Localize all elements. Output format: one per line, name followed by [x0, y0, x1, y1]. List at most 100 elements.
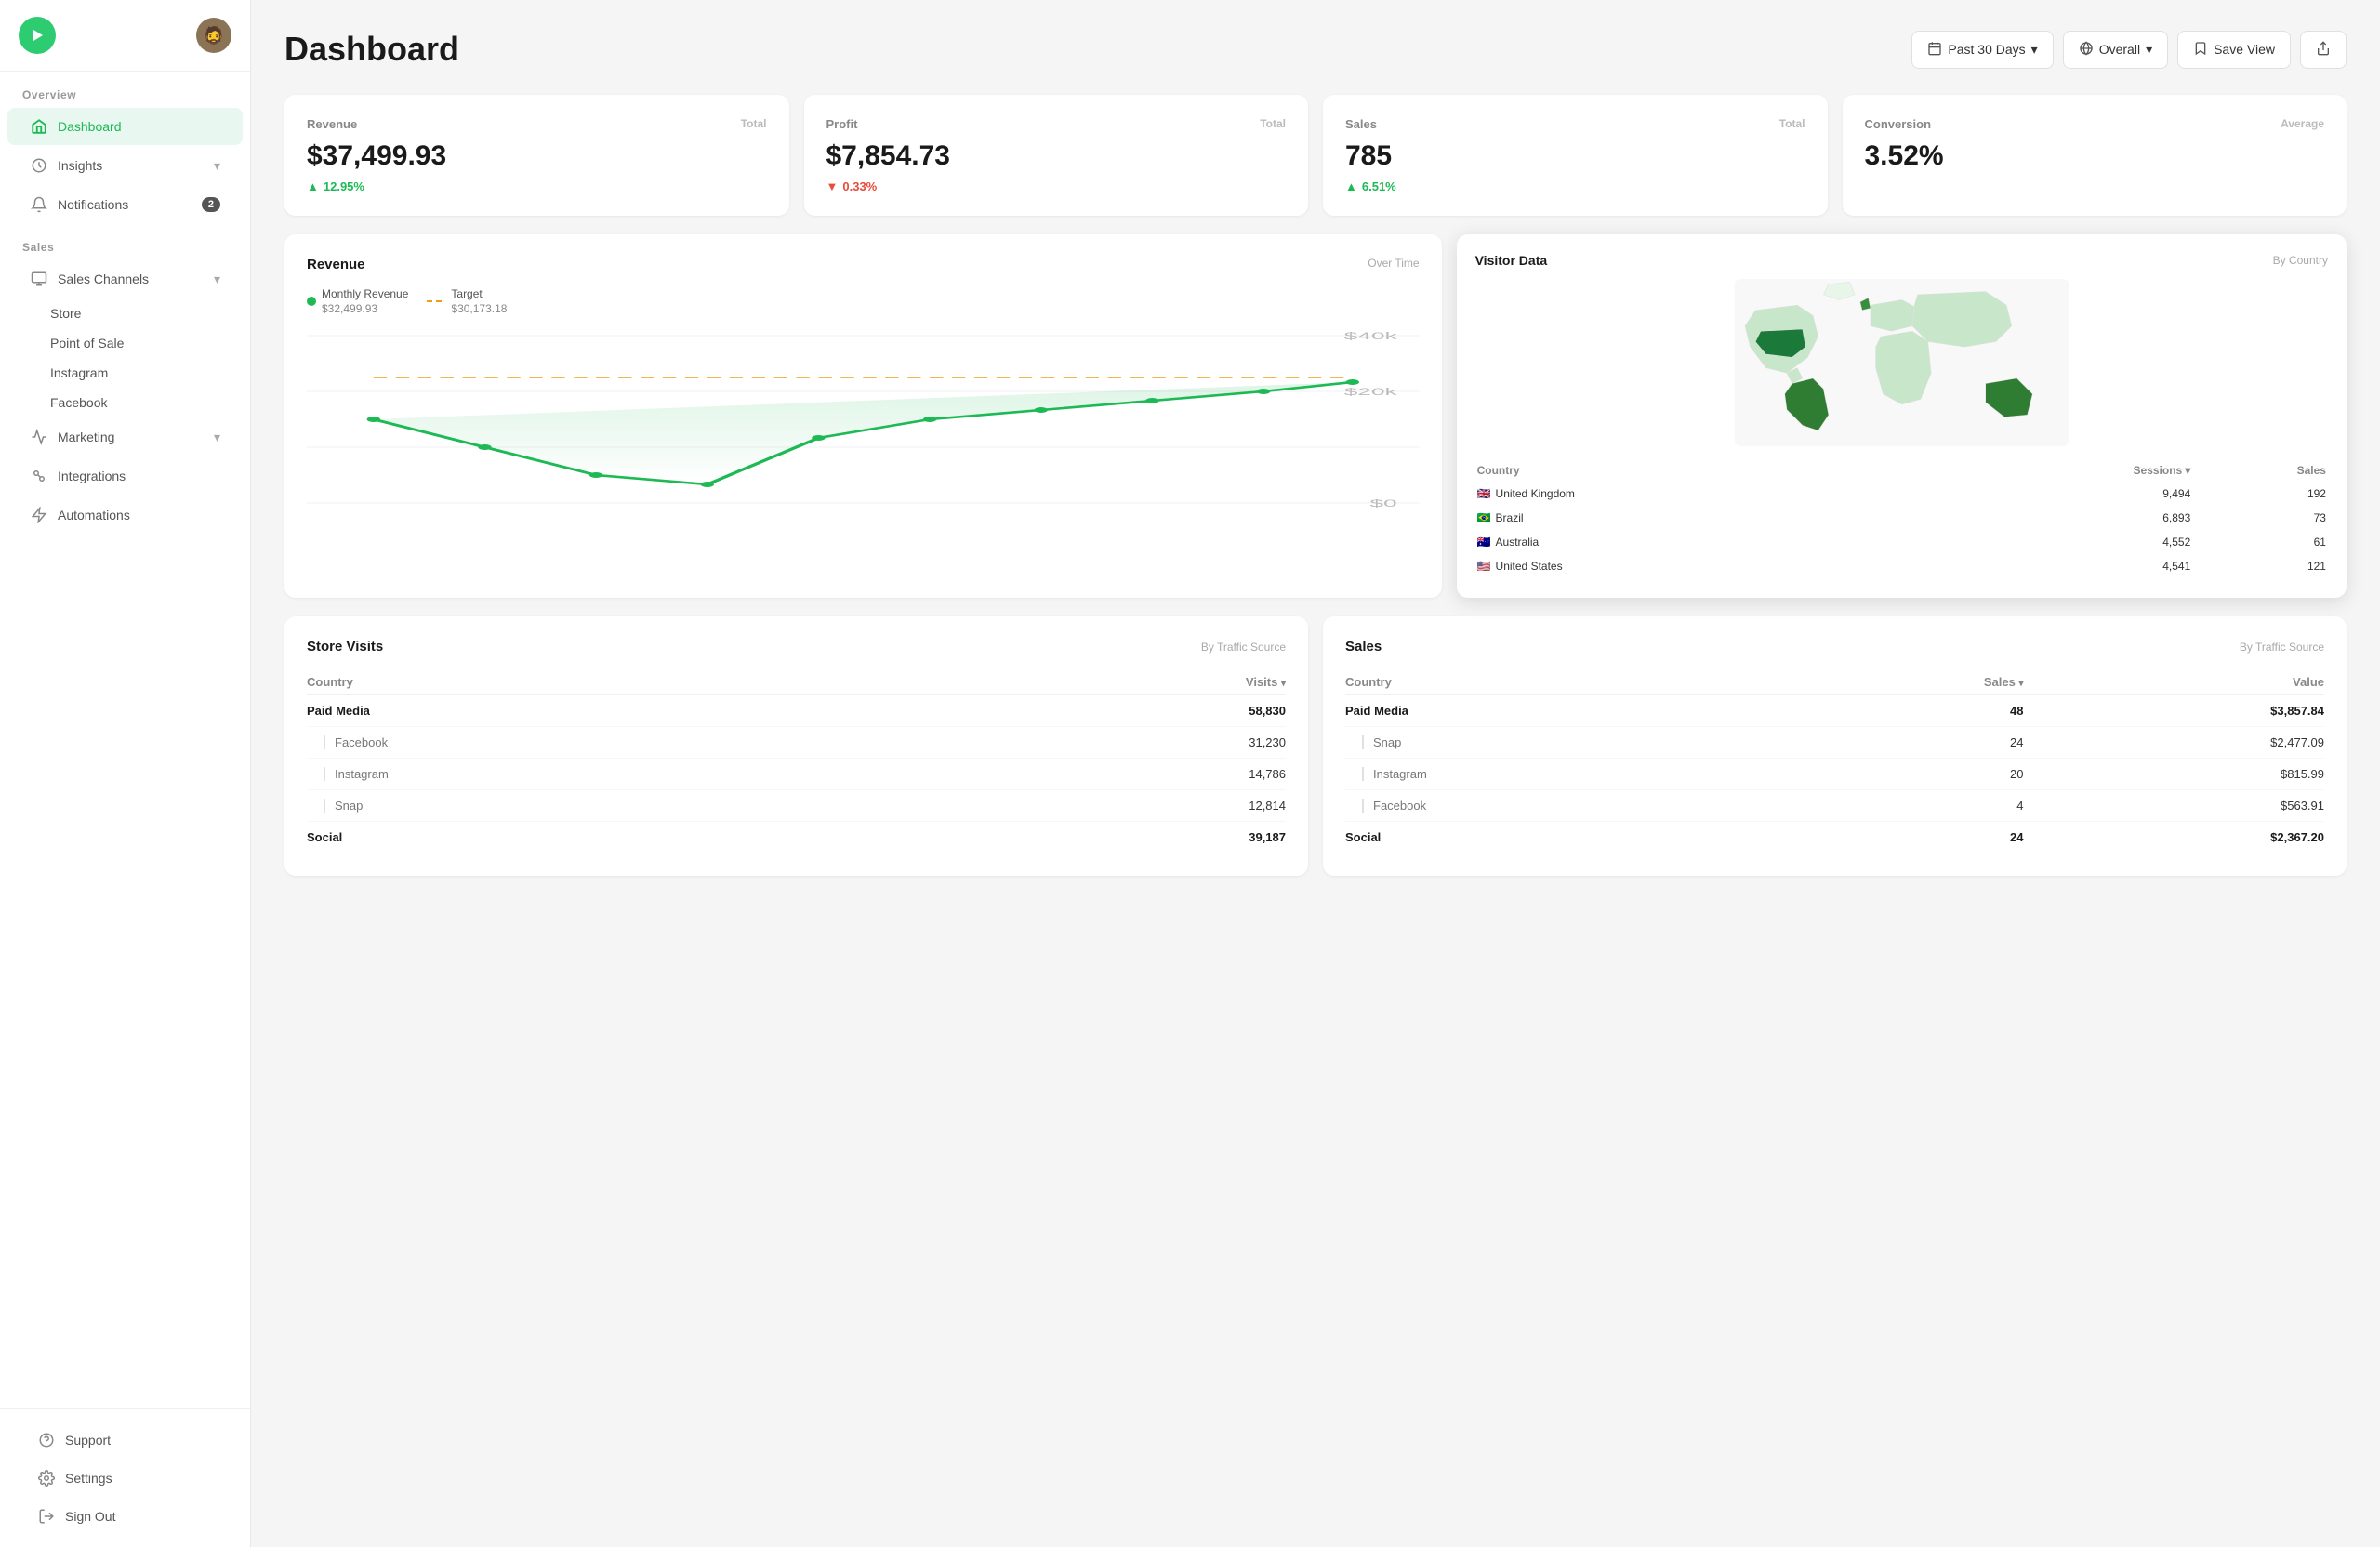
- view-selector-button[interactable]: Overall ▾: [2063, 31, 2168, 69]
- sidebar-sub-point-of-sale[interactable]: Point of Sale: [50, 328, 250, 358]
- revenue-chart-card: Revenue Over Time Monthly Revenue $32,49…: [284, 234, 1442, 598]
- settings-label: Settings: [65, 1471, 213, 1486]
- monthly-revenue-label: Monthly Revenue: [322, 287, 408, 300]
- sidebar-item-support[interactable]: Support: [15, 1421, 235, 1459]
- sidebar-item-notifications[interactable]: Notifications 2: [7, 186, 243, 223]
- visitor-title: Visitor Data: [1475, 253, 1548, 268]
- svg-text:$0: $0: [1369, 498, 1396, 509]
- table-row: 🇦🇺 Australia 4,552 61: [1477, 531, 2326, 553]
- home-icon: [30, 117, 48, 136]
- sales-channels-chevron: ▾: [214, 271, 220, 287]
- sales-table-subtitle: By Traffic Source: [2240, 641, 2324, 654]
- sales-value: 785: [1345, 140, 1805, 172]
- revenue-sublabel: Total: [741, 117, 767, 131]
- bookmark-icon: [2193, 41, 2208, 59]
- save-view-label: Save View: [2214, 42, 2275, 57]
- sales-change-value: 6.51%: [1362, 179, 1396, 193]
- automations-label: Automations: [58, 508, 220, 522]
- revenue-chart-subtitle: Over Time: [1368, 257, 1419, 270]
- stat-card-profit: Profit Total $7,854.73 ▼ 0.33%: [804, 95, 1309, 216]
- date-range-button[interactable]: Past 30 Days ▾: [1911, 31, 2053, 69]
- page-header: Dashboard Past 30 Days ▾ Overall ▾: [284, 30, 2347, 69]
- target-line-icon: [427, 300, 442, 302]
- sales-channels-icon: [30, 270, 48, 288]
- notification-icon: [30, 195, 48, 214]
- date-range-chevron: ▾: [2031, 42, 2038, 58]
- table-row: Paid Media 58,830: [307, 695, 1286, 727]
- sidebar-item-integrations[interactable]: Integrations: [7, 457, 243, 495]
- world-map-svg: [1475, 279, 2328, 446]
- bottom-tables-row: Store Visits By Traffic Source Country V…: [284, 616, 2347, 876]
- sidebar-item-sign-out[interactable]: Sign Out: [15, 1498, 235, 1535]
- sort-icon: ▾: [1281, 679, 1286, 689]
- visitor-country-table: Country Sessions ▾ Sales 🇬🇧 United Kingd…: [1475, 458, 2328, 579]
- sidebar-item-insights[interactable]: Insights ▾: [7, 147, 243, 184]
- sidebar-sub-store[interactable]: Store: [50, 298, 250, 328]
- store-visits-table: Country Visits ▾ Paid Media 58,830 Faceb…: [307, 669, 1286, 853]
- legend-monthly: Monthly Revenue $32,499.93: [307, 287, 408, 315]
- table-row: Paid Media 48 $3,857.84: [1345, 695, 2324, 727]
- table-row: 🇬🇧 United Kingdom 9,494 192: [1477, 483, 2326, 505]
- automations-icon: [30, 506, 48, 524]
- app-logo[interactable]: [19, 17, 56, 54]
- visitor-data-card: Visitor Data By Country: [1457, 234, 2347, 598]
- sv-visits-col: Visits ▾: [963, 669, 1286, 695]
- revenue-change: ▲ 12.95%: [307, 179, 767, 193]
- globe-icon: [2079, 41, 2094, 59]
- br-flag: 🇧🇷: [1477, 511, 1491, 524]
- table-row: Snap 24 $2,477.09: [1345, 727, 2324, 759]
- st-country-col: Country: [1345, 669, 1802, 695]
- visitor-subtitle: By Country: [2273, 254, 2328, 267]
- au-flag: 🇦🇺: [1477, 536, 1491, 549]
- visitor-sessions-col: Sessions ▾: [1927, 460, 2190, 481]
- insights-label: Insights: [58, 158, 205, 173]
- revenue-value: $37,499.93: [307, 140, 767, 172]
- revenue-change-value: 12.95%: [324, 179, 364, 193]
- integrations-label: Integrations: [58, 469, 220, 483]
- sales-up-arrow-icon: ▲: [1345, 179, 1357, 193]
- sidebar-item-marketing[interactable]: Marketing ▾: [7, 418, 243, 456]
- store-visits-subtitle: By Traffic Source: [1201, 641, 1286, 654]
- marketing-chevron: ▾: [214, 430, 220, 445]
- sidebar-bottom: Support Settings Sign Out: [0, 1408, 250, 1547]
- st-value-col: Value: [2024, 669, 2324, 695]
- share-icon: [2316, 41, 2331, 59]
- profit-label: Profit: [826, 117, 858, 131]
- sidebar-item-settings[interactable]: Settings: [15, 1460, 235, 1497]
- sales-channels-label: Sales Channels: [58, 271, 205, 286]
- stat-card-revenue: Revenue Total $37,499.93 ▲ 12.95%: [284, 95, 789, 216]
- conversion-sublabel: Average: [2281, 117, 2324, 131]
- settings-icon: [37, 1469, 56, 1488]
- svg-text:$20k: $20k: [1344, 387, 1398, 398]
- sidebar-sub-facebook[interactable]: Facebook: [50, 388, 250, 417]
- chart-visitor-row: Revenue Over Time Monthly Revenue $32,49…: [284, 234, 2347, 598]
- dashboard-label: Dashboard: [58, 119, 220, 134]
- sidebar: 🧔 Overview Dashboard Insights ▾ Notifica…: [0, 0, 251, 1547]
- profit-value: $7,854.73: [826, 140, 1287, 172]
- sidebar-sub-instagram[interactable]: Instagram: [50, 358, 250, 388]
- integrations-icon: [30, 467, 48, 485]
- profit-sublabel: Total: [1260, 117, 1286, 131]
- legend-target: Target $30,173.18: [427, 287, 507, 315]
- user-avatar[interactable]: 🧔: [196, 18, 231, 53]
- table-row: Social 39,187: [307, 822, 1286, 853]
- share-button[interactable]: [2300, 31, 2347, 69]
- sidebar-item-sales-channels[interactable]: Sales Channels ▾: [7, 260, 243, 298]
- sales-sort-icon: ▾: [2018, 679, 2023, 689]
- stat-card-sales: Sales Total 785 ▲ 6.51%: [1323, 95, 1828, 216]
- sidebar-item-automations[interactable]: Automations: [7, 496, 243, 534]
- revenue-chart-svg: $40k $20k $0: [307, 326, 1420, 512]
- calendar-icon: [1927, 41, 1942, 59]
- table-row: Facebook 31,230: [307, 727, 1286, 759]
- table-row: Instagram 14,786: [307, 759, 1286, 790]
- save-view-button[interactable]: Save View: [2177, 31, 2291, 69]
- sales-data-table: Country Sales ▾ Value Paid Media 48 $3,8…: [1345, 669, 2324, 853]
- support-label: Support: [65, 1433, 213, 1448]
- profit-change: ▼ 0.33%: [826, 179, 1287, 193]
- table-row: Instagram 20 $815.99: [1345, 759, 2324, 790]
- support-icon: [37, 1431, 56, 1449]
- sales-table-card: Sales By Traffic Source Country Sales ▾ …: [1323, 616, 2347, 876]
- us-flag: 🇺🇸: [1477, 560, 1491, 573]
- sidebar-item-dashboard[interactable]: Dashboard: [7, 108, 243, 145]
- view-chevron: ▾: [2146, 42, 2152, 58]
